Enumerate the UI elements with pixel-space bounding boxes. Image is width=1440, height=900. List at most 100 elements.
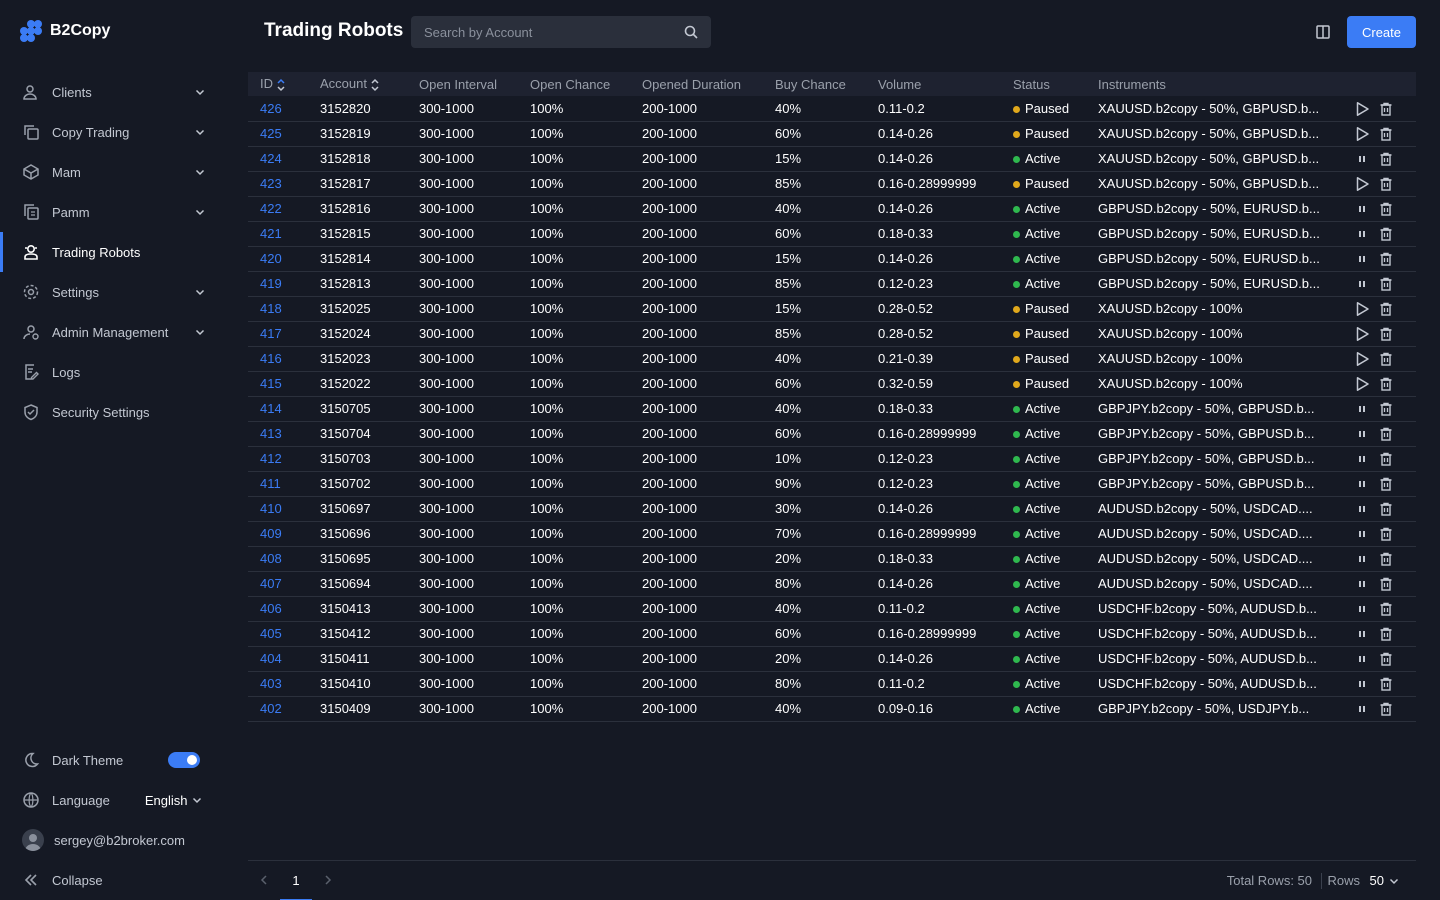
pause-icon[interactable]	[1354, 651, 1370, 667]
page-number[interactable]: 1	[280, 861, 312, 900]
robot-id-link[interactable]: 418	[260, 301, 282, 316]
table-row[interactable]: 414 3150705 300-1000 100% 200-1000 40% 0.18-0.…	[248, 396, 1416, 422]
pause-icon[interactable]	[1354, 701, 1370, 717]
robot-id-link[interactable]: 406	[260, 601, 282, 616]
robot-id-link[interactable]: 424	[260, 151, 282, 166]
robot-id-link[interactable]: 408	[260, 551, 282, 566]
chevron-down-icon[interactable]	[194, 86, 206, 98]
trash-icon[interactable]	[1378, 176, 1394, 192]
sort-icon[interactable]	[371, 78, 379, 92]
trash-icon[interactable]	[1378, 276, 1394, 292]
robot-id-link[interactable]: 407	[260, 576, 282, 591]
table-row[interactable]: 418 3152025 300-1000 100% 200-1000 15% 0.28-0.…	[248, 296, 1416, 322]
trash-icon[interactable]	[1378, 576, 1394, 592]
robot-id-link[interactable]: 416	[260, 351, 282, 366]
trash-icon[interactable]	[1378, 226, 1394, 242]
trash-icon[interactable]	[1378, 451, 1394, 467]
table-row[interactable]: 403 3150410 300-1000 100% 200-1000 80% 0.11-0.…	[248, 671, 1416, 697]
pause-icon[interactable]	[1354, 401, 1370, 417]
trash-icon[interactable]	[1378, 676, 1394, 692]
trash-icon[interactable]	[1378, 351, 1394, 367]
trash-icon[interactable]	[1378, 551, 1394, 567]
pause-icon[interactable]	[1354, 451, 1370, 467]
robot-id-link[interactable]: 420	[260, 251, 282, 266]
trash-icon[interactable]	[1378, 701, 1394, 717]
play-icon[interactable]	[1354, 101, 1370, 117]
user-row[interactable]: sergey@b2broker.com	[0, 820, 232, 860]
language-select[interactable]: English	[145, 793, 204, 808]
trash-icon[interactable]	[1378, 101, 1394, 117]
robot-id-link[interactable]: 411	[260, 476, 281, 491]
pause-icon[interactable]	[1354, 626, 1370, 642]
table-row[interactable]: 402 3150409 300-1000 100% 200-1000 40% 0.09-0.…	[248, 696, 1416, 722]
search-icon[interactable]	[684, 25, 698, 39]
table-row[interactable]: 421 3152815 300-1000 100% 200-1000 60% 0.18-0.…	[248, 221, 1416, 247]
table-row[interactable]: 410 3150697 300-1000 100% 200-1000 30% 0.14-0.…	[248, 496, 1416, 522]
table-row[interactable]: 407 3150694 300-1000 100% 200-1000 80% 0.14-0.…	[248, 571, 1416, 597]
chevron-down-icon[interactable]	[194, 286, 206, 298]
rows-per-page-select[interactable]: 50	[1370, 873, 1400, 888]
sort-icon[interactable]	[277, 78, 285, 92]
trash-icon[interactable]	[1378, 651, 1394, 667]
robot-id-link[interactable]: 402	[260, 701, 282, 716]
pause-icon[interactable]	[1354, 151, 1370, 167]
sidebar-item-trading-robots[interactable]: Trading Robots	[0, 232, 232, 272]
collapse-button[interactable]: Collapse	[0, 860, 232, 900]
robot-id-link[interactable]: 403	[260, 676, 282, 691]
table-row[interactable]: 404 3150411 300-1000 100% 200-1000 20% 0.14-0.…	[248, 646, 1416, 672]
play-icon[interactable]	[1354, 376, 1370, 392]
trash-icon[interactable]	[1378, 326, 1394, 342]
table-row[interactable]: 415 3152022 300-1000 100% 200-1000 60% 0.32-0.…	[248, 371, 1416, 397]
sidebar-item-settings[interactable]: Settings	[0, 272, 232, 312]
robot-id-link[interactable]: 415	[260, 376, 282, 391]
trash-icon[interactable]	[1378, 301, 1394, 317]
robot-id-link[interactable]: 419	[260, 276, 282, 291]
play-icon[interactable]	[1354, 176, 1370, 192]
robot-id-link[interactable]: 404	[260, 651, 282, 666]
columns-toggle-icon[interactable]	[1314, 24, 1332, 40]
table-row[interactable]: 412 3150703 300-1000 100% 200-1000 10% 0.12-0.…	[248, 446, 1416, 472]
pause-icon[interactable]	[1354, 501, 1370, 517]
prev-page-icon[interactable]	[258, 873, 270, 887]
trash-icon[interactable]	[1378, 201, 1394, 217]
create-button[interactable]: Create	[1347, 16, 1416, 48]
pause-icon[interactable]	[1354, 276, 1370, 292]
pause-icon[interactable]	[1354, 551, 1370, 567]
pause-icon[interactable]	[1354, 201, 1370, 217]
pause-icon[interactable]	[1354, 601, 1370, 617]
table-row[interactable]: 420 3152814 300-1000 100% 200-1000 15% 0.14-0.…	[248, 246, 1416, 272]
robot-id-link[interactable]: 413	[260, 426, 282, 441]
sidebar-item-clients[interactable]: Clients	[0, 72, 232, 112]
robot-id-link[interactable]: 412	[260, 451, 282, 466]
robot-id-link[interactable]: 422	[260, 201, 282, 216]
trash-icon[interactable]	[1378, 626, 1394, 642]
trash-icon[interactable]	[1378, 501, 1394, 517]
robot-id-link[interactable]: 421	[260, 226, 282, 241]
sidebar-item-pamm[interactable]: Pamm	[0, 192, 232, 232]
sidebar-item-copy-trading[interactable]: Copy Trading	[0, 112, 232, 152]
sidebar-item-logs[interactable]: Logs	[0, 352, 232, 392]
table-row[interactable]: 408 3150695 300-1000 100% 200-1000 20% 0.18-0.…	[248, 546, 1416, 572]
robot-id-link[interactable]: 426	[260, 101, 282, 116]
robot-id-link[interactable]: 423	[260, 176, 282, 191]
trash-icon[interactable]	[1378, 526, 1394, 542]
table-row[interactable]: 406 3150413 300-1000 100% 200-1000 40% 0.11-0.…	[248, 596, 1416, 622]
table-row[interactable]: 426 3152820 300-1000 100% 200-1000 40% 0.11-0.…	[248, 96, 1416, 122]
trash-icon[interactable]	[1378, 426, 1394, 442]
play-icon[interactable]	[1354, 126, 1370, 142]
pause-icon[interactable]	[1354, 576, 1370, 592]
table-row[interactable]: 409 3150696 300-1000 100% 200-1000 70% 0.16-0.…	[248, 521, 1416, 547]
logo[interactable]: B2Copy	[20, 20, 110, 42]
trash-icon[interactable]	[1378, 126, 1394, 142]
sidebar-item-security-settings[interactable]: Security Settings	[0, 392, 232, 432]
sidebar-item-mam[interactable]: Mam	[0, 152, 232, 192]
robot-id-link[interactable]: 405	[260, 626, 282, 641]
trash-icon[interactable]	[1378, 376, 1394, 392]
robot-id-link[interactable]: 425	[260, 126, 282, 141]
trash-icon[interactable]	[1378, 601, 1394, 617]
dark-theme-toggle[interactable]	[168, 752, 200, 768]
table-row[interactable]: 405 3150412 300-1000 100% 200-1000 60% 0.16-0.…	[248, 621, 1416, 647]
table-row[interactable]: 424 3152818 300-1000 100% 200-1000 15% 0.14-0.…	[248, 146, 1416, 172]
robot-id-link[interactable]: 410	[260, 501, 282, 516]
column-header-id[interactable]: ID	[248, 72, 320, 96]
